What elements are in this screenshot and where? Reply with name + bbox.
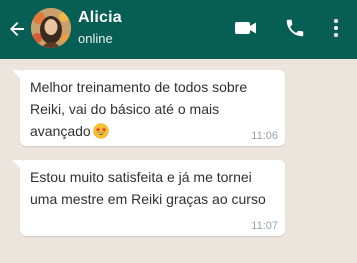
avatar-photo [31, 8, 71, 48]
more-options-button[interactable] [330, 16, 342, 40]
message-time: 11:07 [251, 220, 278, 232]
star-struck-emoji-icon [92, 123, 109, 139]
contact-status: online [78, 31, 113, 46]
chat-area[interactable]: Melhor treinamento de todos sobre Reiki,… [0, 59, 357, 263]
video-call-icon [235, 22, 256, 34]
back-arrow-icon [10, 22, 24, 36]
bubble-tail [12, 70, 22, 80]
video-call-button[interactable] [234, 18, 258, 38]
message-bubble[interactable]: Estou muito satisfeita e já me tornei um… [12, 160, 285, 236]
more-vert-icon [334, 19, 338, 37]
back-button[interactable] [6, 17, 28, 41]
message-line-text: avançado [30, 123, 91, 139]
voice-call-button[interactable] [284, 16, 306, 40]
message-line: Reiki, vai do básico até o mais [30, 101, 220, 117]
message-line: uma mestre em Reiki graças ao curso [30, 191, 266, 207]
avatar[interactable] [31, 8, 71, 48]
message-line: Melhor treinamento de todos sobre [30, 79, 248, 95]
phone-call-icon [286, 19, 304, 37]
message-time: 11:06 [251, 130, 278, 142]
message-line: Estou muito satisfeita e já me tornei [30, 169, 252, 185]
chat-header: Alicia online [0, 0, 357, 59]
contact-name[interactable]: Alicia [78, 9, 122, 27]
message-bubble[interactable]: Melhor treinamento de todos sobre Reiki,… [12, 70, 285, 146]
bubble-tail [12, 160, 22, 170]
message-line: avançado [30, 120, 275, 142]
